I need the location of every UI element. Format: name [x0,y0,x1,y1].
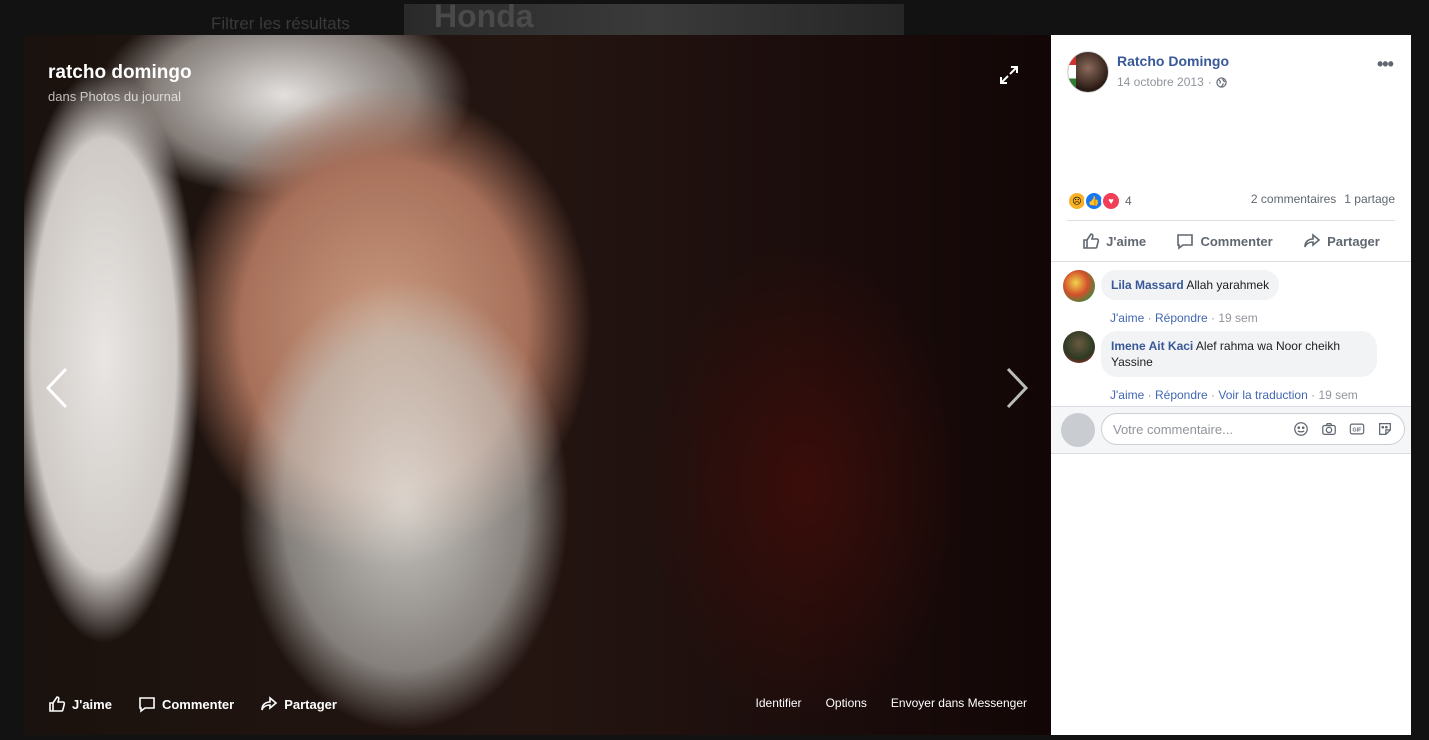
comment-composer: Votre commentaire... GIF [1051,406,1411,454]
gif-label: GIF [1353,428,1363,434]
post-actions: J'aime Commenter Partager [1067,227,1395,255]
commenter-avatar[interactable] [1063,270,1095,302]
viewer-comment-button[interactable]: Commenter [138,695,234,713]
tag-photo-link[interactable]: Identifier [756,696,802,710]
engagement-counts: 2 commentaires 1 partage [1251,192,1395,206]
comment-bubble: Lila Massard Allah yarahmek [1101,270,1280,300]
emoji-icon[interactable] [1292,420,1310,438]
author-name[interactable]: Ratcho Domingo [1117,53,1229,69]
comment-bubble: Imene Ait Kaci Alef rahma wa Noor cheikh… [1101,331,1377,377]
commenter-name[interactable]: Lila Massard [1111,278,1184,292]
expand-icon[interactable] [998,64,1020,86]
love-reaction-icon: ♥ [1101,191,1121,211]
viewer-comment-label: Commenter [161,696,235,712]
more-options-icon[interactable]: ••• [1377,54,1394,75]
sticker-icon[interactable] [1376,420,1394,438]
globe-icon[interactable] [1216,76,1227,88]
author-avatar[interactable] [1067,51,1109,93]
reaction-count: 4 [1125,194,1132,208]
shares-count-link[interactable]: 1 partage [1344,192,1395,206]
commenter-avatar[interactable] [1063,331,1095,363]
comment-like-link[interactable]: J'aime [1110,311,1144,325]
commenter-name[interactable]: Imene Ait Kaci [1111,339,1193,353]
post-share-button[interactable]: Partager [1303,227,1380,255]
post-comment-label: Commenter [1200,233,1273,249]
divider [1067,220,1395,221]
composer-icons: GIF [1292,420,1394,438]
current-user-avatar [1061,413,1095,447]
comment-input-placeholder: Votre commentaire... [1113,421,1233,437]
photo-viewer: ratcho domingo dans Photos du journal J'… [24,35,1051,735]
gif-icon[interactable]: GIF [1348,420,1366,438]
viewer-share-button[interactable]: Partager [260,695,337,713]
post-date-text[interactable]: 14 octobre 2013 [1117,75,1204,89]
post-panel: Ratcho Domingo 14 octobre 2013 · ••• ☹ 👍… [1051,35,1411,735]
comments-count-link[interactable]: 2 commentaires [1251,192,1336,206]
viewer-like-label: J'aime [72,696,112,712]
comment-input[interactable]: Votre commentaire... GIF [1101,413,1405,445]
post-date: 14 octobre 2013 · [1117,75,1227,89]
photo-owner-title[interactable]: ratcho domingo [48,62,192,84]
thumbs-up-icon [49,696,66,712]
thumbs-up-icon [1083,233,1100,249]
background-ad: Honda [404,4,904,35]
comment-icon [1177,234,1194,250]
comment-time[interactable]: 19 sem [1318,388,1357,402]
viewer-share-label: Partager [284,696,337,712]
viewer-actions: J'aime Commenter Partager [48,695,337,713]
previous-photo-icon[interactable] [42,365,72,411]
send-messenger-link[interactable]: Envoyer dans Messenger [891,696,1027,710]
comment-time[interactable]: 19 sem [1218,311,1257,325]
share-icon [1304,233,1321,248]
next-photo-icon[interactable] [1002,365,1032,411]
post-like-button[interactable]: J'aime [1082,227,1146,255]
comments-list: Lila Massard Allah yarahmek J'aime · Rép… [1051,262,1411,406]
comment-reply-link[interactable]: Répondre [1155,388,1208,402]
comment-reply-link[interactable]: Répondre [1155,311,1208,325]
post-comment-button[interactable]: Commenter [1176,227,1273,255]
comment-meta: J'aime · Répondre · Voir la traduction ·… [1110,388,1358,402]
photo [24,35,1051,735]
comment-icon [139,697,155,713]
reactions-summary[interactable]: ☹ 👍 ♥ 4 [1067,191,1132,211]
share-icon [261,696,278,711]
comment-meta: J'aime · Répondre · 19 sem [1110,311,1258,325]
filter-results-label: Filtrer les résultats [211,14,350,33]
post-like-label: J'aime [1106,233,1147,249]
ad-text: Honda [434,4,534,34]
photo-album-subtitle[interactable]: dans Photos du journal [48,89,181,104]
comment-like-link[interactable]: J'aime [1110,388,1144,402]
post-share-label: Partager [1327,233,1380,249]
camera-icon[interactable] [1320,420,1338,438]
comment-text: Allah yarahmek [1186,278,1270,292]
see-translation-link[interactable]: Voir la traduction [1218,388,1307,402]
viewer-links: Identifier Options Envoyer dans Messenge… [756,696,1027,710]
viewer-like-button[interactable]: J'aime [48,695,112,713]
options-link[interactable]: Options [826,696,867,710]
